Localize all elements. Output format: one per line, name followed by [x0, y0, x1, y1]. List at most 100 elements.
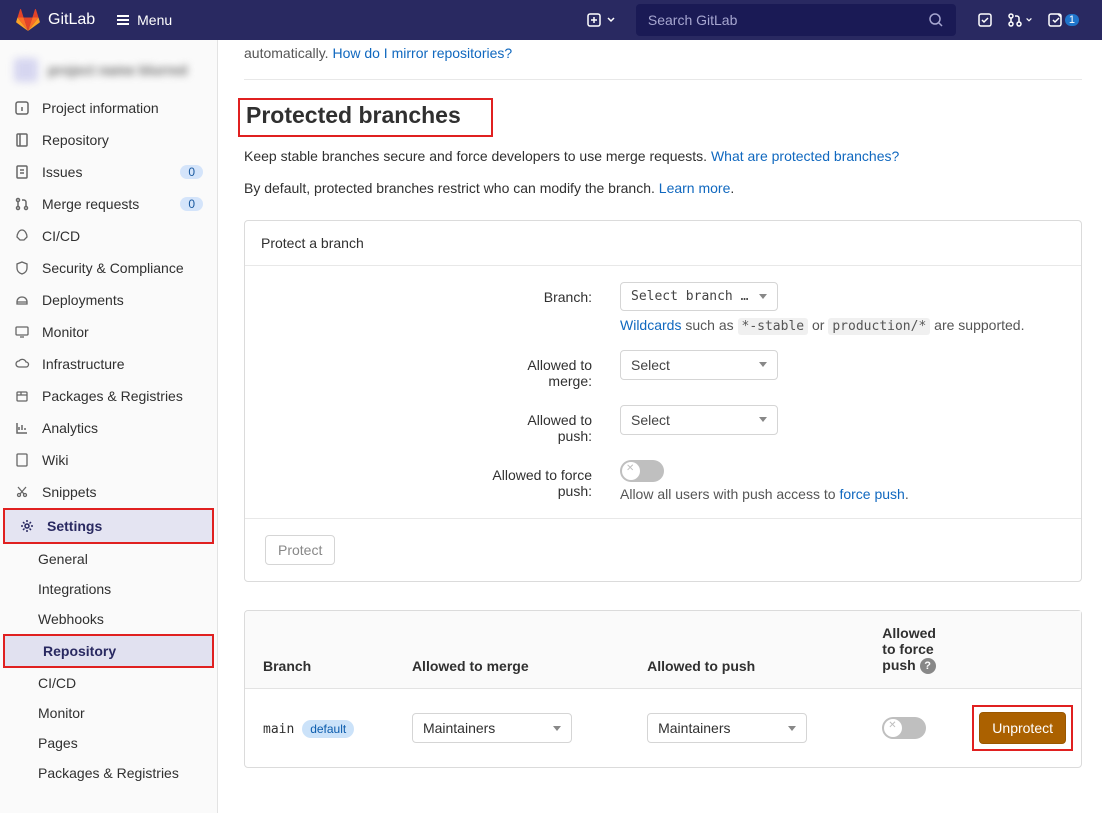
- learn-more-link[interactable]: Learn more: [659, 180, 731, 196]
- chevron-down-icon: [788, 726, 796, 731]
- gitlab-logo-icon: [16, 8, 40, 32]
- code-production: production/*: [828, 318, 930, 335]
- settings-highlight: Settings: [3, 508, 214, 544]
- gear-icon: [19, 518, 35, 534]
- monitor-icon: [14, 324, 30, 340]
- branch-select[interactable]: Select branch or create wildcard: [620, 282, 778, 311]
- what-are-protected-link[interactable]: What are protected branches?: [711, 148, 899, 164]
- chevron-down-icon: [759, 417, 767, 422]
- th-merge: Allowed to merge: [400, 611, 635, 689]
- push-select[interactable]: Select: [620, 405, 778, 435]
- chart-icon: [14, 420, 30, 436]
- mirror-link[interactable]: How do I mirror repositories?: [332, 45, 512, 61]
- search-icon: [928, 12, 944, 28]
- sidebar-item-snippets[interactable]: Snippets: [0, 476, 217, 508]
- unprotect-highlight: Unprotect: [972, 705, 1073, 751]
- merge-requests-shortcut[interactable]: [1000, 12, 1040, 28]
- sidebar-item-infrastructure[interactable]: Infrastructure: [0, 348, 217, 380]
- book-icon: [14, 452, 30, 468]
- settings-pages[interactable]: Pages: [0, 728, 217, 758]
- todos-shortcut[interactable]: 1: [1040, 12, 1086, 28]
- chevron-down-icon: [1025, 16, 1033, 24]
- top-header: GitLab Menu 1: [0, 0, 1102, 40]
- deploy-icon: [14, 292, 30, 308]
- unprotect-button[interactable]: Unprotect: [979, 712, 1066, 744]
- sidebar-item-wiki[interactable]: Wiki: [0, 444, 217, 476]
- section-title: Protected branches: [246, 102, 461, 129]
- merge-icon: [1007, 12, 1023, 28]
- menu-button[interactable]: Menu: [115, 12, 172, 28]
- new-dropdown[interactable]: [580, 8, 622, 32]
- sidebar-item-analytics[interactable]: Analytics: [0, 412, 217, 444]
- brand-name: GitLab: [48, 11, 95, 29]
- todo-icon: [1047, 12, 1063, 28]
- menu-label: Menu: [137, 12, 172, 28]
- title-highlight: Protected branches: [238, 98, 493, 137]
- branch-name: main: [263, 722, 294, 737]
- protect-button[interactable]: Protect: [265, 535, 335, 565]
- wildcards-link[interactable]: Wildcards: [620, 317, 681, 333]
- sidebar-item-monitor[interactable]: Monitor: [0, 316, 217, 348]
- issues-shortcut[interactable]: [970, 12, 1000, 28]
- cell-branch: main default: [245, 689, 400, 768]
- sidebar-item-cicd[interactable]: CI/CD: [0, 220, 217, 252]
- plus-icon: [586, 12, 602, 28]
- chevron-down-icon: [759, 362, 767, 367]
- todo-badge: 1: [1065, 14, 1079, 26]
- search-input[interactable]: [648, 12, 928, 28]
- chevron-down-icon: [759, 294, 767, 299]
- package-icon: [14, 388, 30, 404]
- sidebar-item-merge-requests[interactable]: Merge requests0: [0, 188, 217, 220]
- repo-icon: [14, 132, 30, 148]
- force-push-label: Allowed to force push:: [492, 467, 592, 499]
- rocket-icon: [14, 228, 30, 244]
- panel-header: Protect a branch: [245, 221, 1081, 266]
- sidebar-item-security[interactable]: Security & Compliance: [0, 252, 217, 284]
- settings-monitor[interactable]: Monitor: [0, 698, 217, 728]
- settings-webhooks[interactable]: Webhooks: [0, 604, 217, 634]
- help-icon[interactable]: ?: [920, 658, 936, 674]
- chevron-down-icon: [553, 726, 561, 731]
- th-force: Allowed to force push ?: [870, 611, 960, 689]
- sidebar-item-settings[interactable]: Settings: [5, 510, 212, 542]
- panel-footer: Protect: [245, 519, 1081, 581]
- settings-cicd[interactable]: CI/CD: [0, 668, 217, 698]
- settings-integrations[interactable]: Integrations: [0, 574, 217, 604]
- default-badge: default: [302, 720, 354, 738]
- mr-count-badge: 0: [180, 197, 203, 211]
- merge-icon: [14, 196, 30, 212]
- info-icon: [14, 100, 30, 116]
- sidebar-item-deployments[interactable]: Deployments: [0, 284, 217, 316]
- sidebar-item-issues[interactable]: Issues0: [0, 156, 217, 188]
- push-label: Allowed to push:: [492, 412, 592, 444]
- sidebar-item-packages[interactable]: Packages & Registries: [0, 380, 217, 412]
- close-icon: ✕: [626, 463, 634, 474]
- force-push-link[interactable]: force push: [839, 486, 904, 502]
- merge-label: Allowed to merge:: [492, 357, 592, 389]
- merge-row: Allowed to merge: Select: [245, 350, 1061, 389]
- project-header[interactable]: project name blurred: [0, 48, 217, 92]
- branch-label: Branch:: [544, 289, 592, 305]
- sidebar-item-repository[interactable]: Repository: [0, 124, 217, 156]
- force-push-toggle[interactable]: ✕: [620, 460, 664, 482]
- issues-icon: [14, 164, 30, 180]
- force-push-hint: Allow all users with push access to forc…: [620, 486, 1061, 502]
- cloud-icon: [14, 356, 30, 372]
- settings-general[interactable]: General: [0, 544, 217, 574]
- project-avatar: [14, 58, 38, 82]
- search-box[interactable]: [636, 4, 956, 36]
- push-row: Allowed to push: Select: [245, 405, 1061, 444]
- settings-packages[interactable]: Packages & Registries: [0, 758, 217, 788]
- close-icon: ✕: [888, 720, 896, 731]
- settings-repository[interactable]: Repository: [5, 636, 212, 666]
- panel-body: Branch: Select branch or create wildcard…: [245, 266, 1081, 519]
- row-merge-select[interactable]: Maintainers: [412, 713, 572, 743]
- code-stable: *-stable: [738, 318, 809, 335]
- protected-branches-table: Branch Allowed to merge Allowed to push …: [244, 610, 1082, 768]
- hamburger-icon: [115, 12, 131, 28]
- sidebar-item-project-info[interactable]: Project information: [0, 92, 217, 124]
- chevron-down-icon: [606, 15, 616, 25]
- row-force-push-toggle[interactable]: ✕: [882, 717, 926, 739]
- merge-select[interactable]: Select: [620, 350, 778, 380]
- row-push-select[interactable]: Maintainers: [647, 713, 807, 743]
